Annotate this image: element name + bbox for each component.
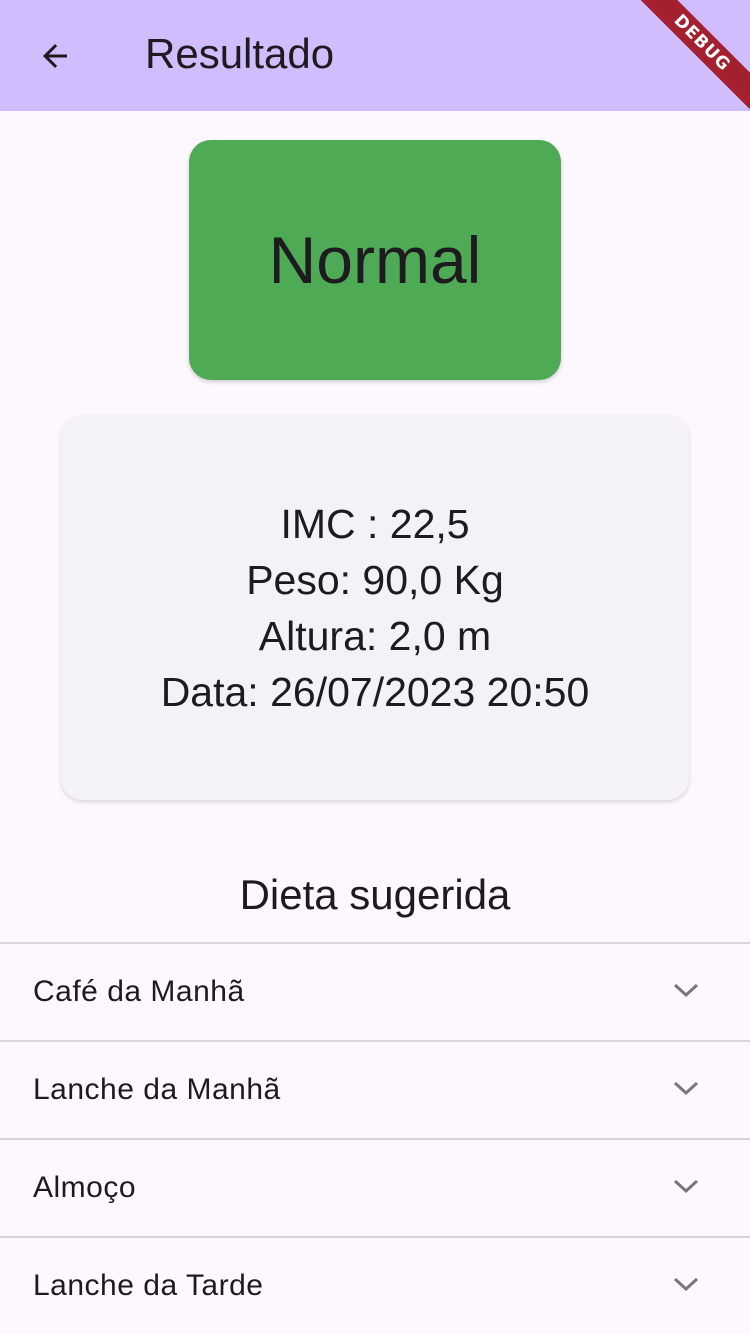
- meal-item-morning-snack[interactable]: Lanche da Manhã: [0, 1040, 750, 1138]
- diet-section-title: Dieta sugerida: [239, 871, 511, 918]
- meal-item-afternoon-snack[interactable]: Lanche da Tarde: [0, 1236, 750, 1334]
- bmi-status-label: Normal: [268, 223, 482, 297]
- meal-item-lunch[interactable]: Almoço: [0, 1138, 750, 1236]
- height-value: Altura: 2,0 m: [258, 612, 492, 659]
- page-title: Resultado: [145, 30, 335, 77]
- meal-label: Lanche da Manhã: [33, 1073, 281, 1106]
- chevron-down-icon: [673, 1277, 699, 1292]
- back-button[interactable]: [24, 25, 86, 87]
- chevron-down-icon: [673, 1179, 699, 1194]
- debug-banner: DEBUG: [620, 0, 750, 130]
- diet-meal-list: Café da Manhã Lanche da Manhã Almoço Lan…: [0, 942, 750, 1334]
- date-value: Data: 26/07/2023 20:50: [160, 668, 590, 715]
- weight-value: Peso: 90,0 Kg: [246, 556, 504, 603]
- debug-banner-label: DEBUG: [629, 0, 750, 116]
- arrow-back-icon: [43, 44, 67, 68]
- meal-label: Almoço: [33, 1171, 137, 1204]
- bmi-info-card: IMC : 22,5 Peso: 90,0 Kg Altura: 2,0 m D…: [61, 415, 689, 800]
- chevron-down-icon: [673, 983, 699, 998]
- bmi-status-card: Normal: [189, 140, 561, 380]
- meal-label: Café da Manhã: [33, 975, 245, 1008]
- meal-item-breakfast[interactable]: Café da Manhã: [0, 942, 750, 1040]
- chevron-down-icon: [673, 1081, 699, 1096]
- meal-label: Lanche da Tarde: [33, 1269, 264, 1302]
- imc-value: IMC : 22,5: [280, 500, 470, 547]
